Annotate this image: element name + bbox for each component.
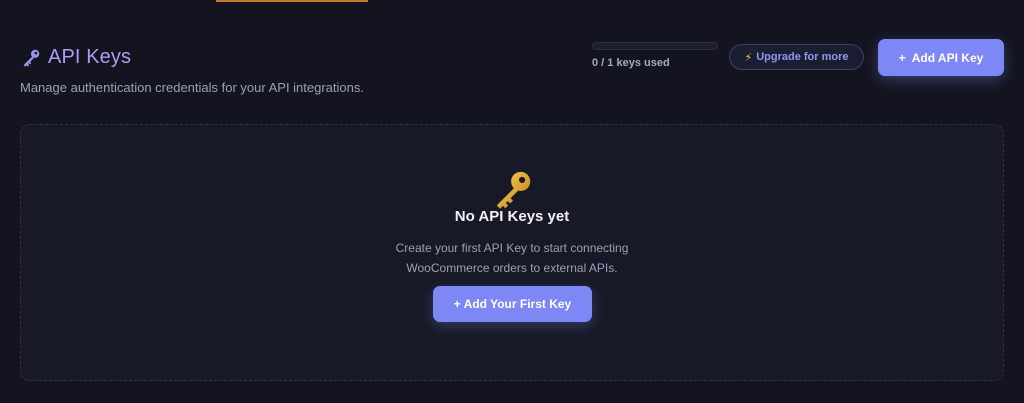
add-first-key-button[interactable]: + Add Your First Key: [433, 286, 592, 322]
empty-state-description: Create your first API Key to start conne…: [0, 238, 1024, 278]
lightning-icon: ⚡: [744, 51, 753, 64]
page-header: API Keys: [20, 46, 131, 69]
empty-state-description-line: WooCommerce orders to external APIs.: [406, 261, 618, 275]
add-api-key-button[interactable]: + Add API Key: [878, 39, 1004, 76]
add-api-key-label: Add API Key: [911, 50, 984, 65]
usage-text: 0 / 1 keys used: [592, 57, 670, 69]
usage-meter: 0 / 1 keys used: [592, 42, 718, 69]
page-subtitle: Manage authentication credentials for yo…: [20, 80, 364, 95]
key-icon: [23, 49, 40, 67]
upgrade-label: Upgrade for more: [756, 51, 849, 63]
empty-state-description-line: Create your first API Key to start conne…: [395, 241, 629, 255]
page-title: API Keys: [48, 46, 132, 68]
usage-progress-track: [592, 42, 718, 50]
api-keys-page: API Keys Manage authentication credentia…: [0, 0, 1024, 403]
upgrade-button[interactable]: ⚡ Upgrade for more: [729, 44, 864, 70]
add-first-key-label: + Add Your First Key: [453, 297, 572, 311]
active-tab-indicator: [216, 0, 368, 2]
plus-icon: +: [898, 50, 906, 65]
empty-state-title: No API Keys yet: [454, 208, 570, 225]
